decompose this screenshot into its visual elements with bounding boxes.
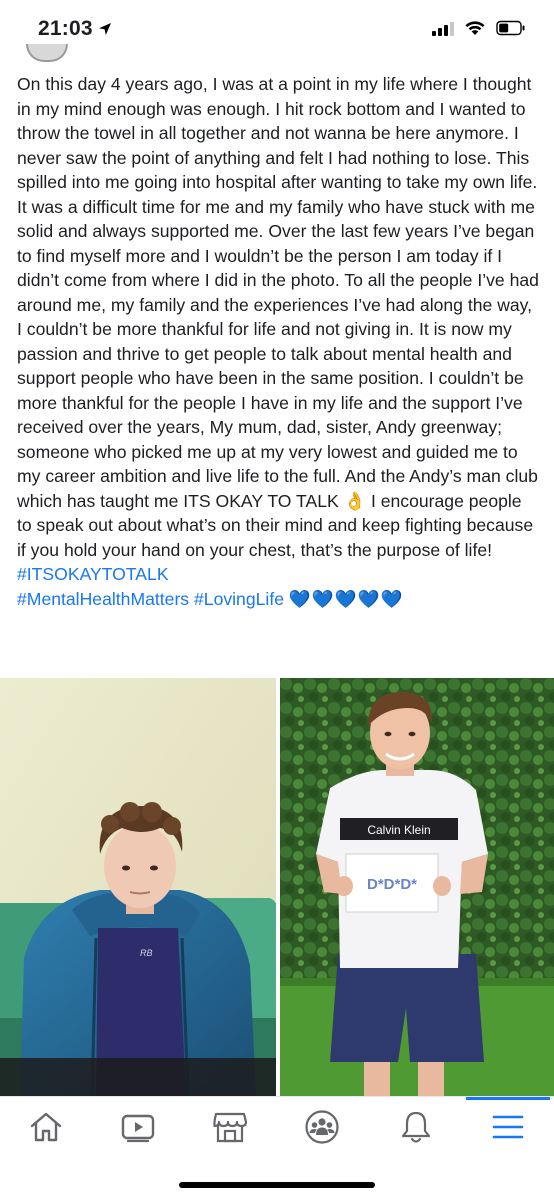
active-tab-indicator	[466, 1097, 550, 1100]
notifications-bell-icon	[401, 1111, 431, 1143]
hashtag-lovinglife[interactable]: #LovingLife	[194, 589, 284, 609]
menu-icon	[492, 1115, 524, 1139]
wifi-icon	[465, 21, 485, 35]
nav-menu[interactable]	[484, 1107, 532, 1147]
status-time-group: 21:03	[38, 17, 112, 41]
photo-garden-image: Calvin Klein D*D*D*	[280, 678, 554, 1096]
home-icon	[30, 1112, 62, 1142]
photo-garden[interactable]: Calvin Klein D*D*D*	[280, 678, 554, 1096]
post-main-text: On this day 4 years ago, I was at a poin…	[17, 74, 539, 511]
post-photos: RB Calvin Klein D*D*D*	[0, 678, 554, 1096]
ok-hand-emoji: 👌	[343, 490, 367, 511]
post-text: On this day 4 years ago, I was at a poin…	[17, 72, 541, 611]
sign-text: D*D*D*	[367, 876, 417, 893]
hashtag-mentalhealthmatters[interactable]: #MentalHealthMatters	[17, 589, 189, 609]
blue-hearts-emoji: 💙💙💙💙💙	[288, 588, 404, 609]
nav-marketplace[interactable]	[206, 1107, 254, 1147]
shirt-logo: RB	[140, 948, 153, 958]
shirt-brand: Calvin Klein	[367, 823, 430, 837]
cellular-signal-icon	[432, 20, 454, 36]
watch-video-icon	[121, 1114, 155, 1143]
nav-groups[interactable]	[298, 1107, 346, 1147]
battery-icon	[496, 20, 525, 36]
groups-icon	[305, 1110, 339, 1144]
status-indicators	[432, 20, 526, 36]
nav-watch[interactable]	[114, 1107, 162, 1147]
photo-hospital[interactable]: RB	[0, 678, 276, 1096]
nav-notifications[interactable]	[392, 1107, 440, 1147]
status-bar: 21:03	[0, 0, 554, 60]
photo-hospital-image: RB	[0, 678, 276, 1096]
marketplace-icon	[213, 1112, 248, 1143]
status-time: 21:03	[38, 17, 93, 40]
location-arrow-icon	[98, 23, 111, 35]
hashtag-itsokaytotalk[interactable]: #ITSOKAYTOTALK	[17, 564, 169, 584]
home-indicator[interactable]	[179, 1182, 375, 1188]
nav-home[interactable]	[22, 1107, 70, 1147]
